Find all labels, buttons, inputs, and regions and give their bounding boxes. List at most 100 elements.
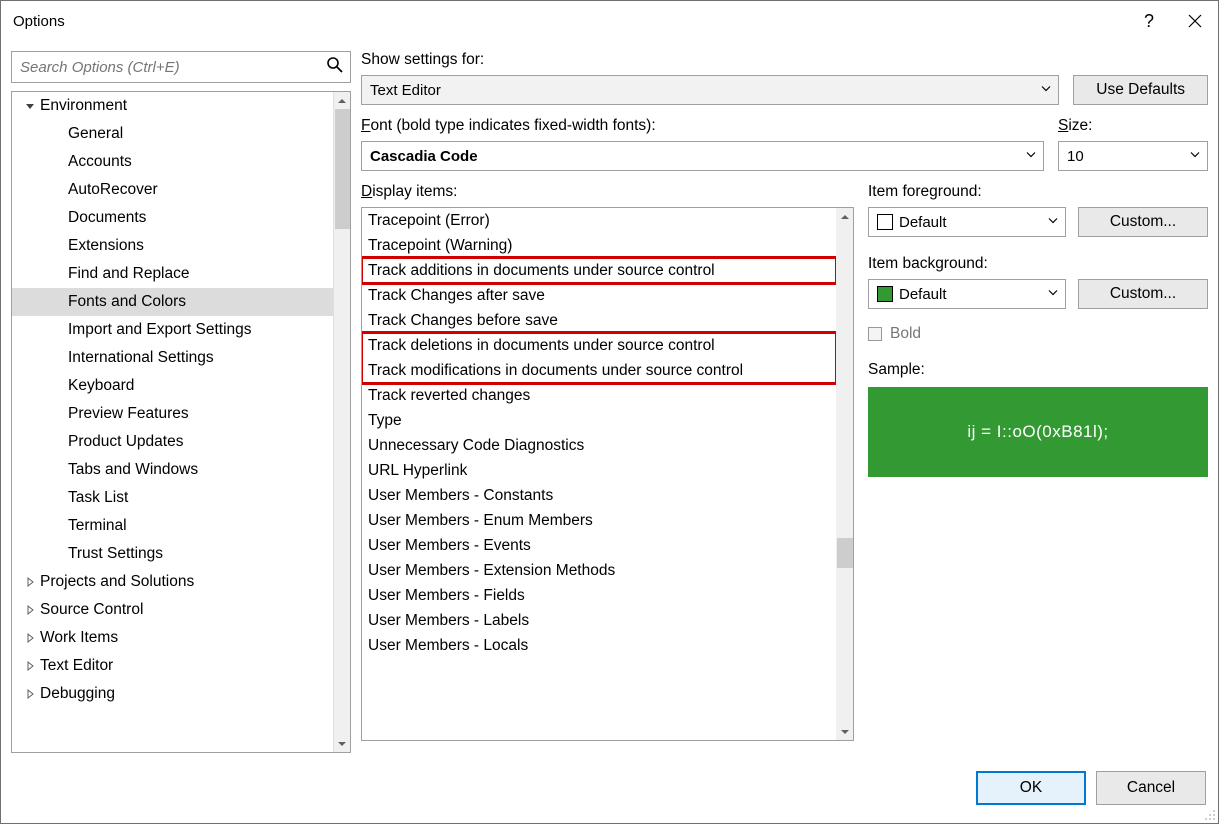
tree-item[interactable]: Work Items (12, 624, 350, 652)
tree-item[interactable]: Text Editor (12, 652, 350, 680)
tree-item[interactable]: Task List (12, 484, 350, 512)
tree-item[interactable]: Projects and Solutions (12, 568, 350, 596)
window-title: Options (13, 13, 65, 30)
tree-item[interactable]: Fonts and Colors (12, 288, 350, 316)
display-item[interactable]: User Members - Enum Members (362, 508, 836, 533)
tree-item-label: Source Control (40, 601, 143, 619)
display-item[interactable]: Track reverted changes (362, 383, 836, 408)
display-items-list[interactable]: Tracepoint (Error)Tracepoint (Warning)Tr… (361, 207, 854, 741)
tree-item[interactable]: AutoRecover (12, 176, 350, 204)
tree-item-label: Documents (68, 209, 146, 227)
resize-grip[interactable] (1201, 806, 1215, 820)
cancel-button[interactable]: Cancel (1096, 771, 1206, 805)
display-item[interactable]: Track deletions in documents under sourc… (362, 333, 836, 358)
font-combo[interactable]: Cascadia Code (361, 141, 1044, 171)
tree-item-label: Preview Features (68, 405, 189, 423)
display-item[interactable]: User Members - Fields (362, 583, 836, 608)
chevron-right-icon (20, 633, 40, 643)
item-bg-value: Default (899, 286, 947, 303)
scroll-down-icon[interactable] (836, 723, 853, 740)
tree-item[interactable]: Documents (12, 204, 350, 232)
list-scrollbar-thumb[interactable] (837, 538, 853, 568)
tree-item[interactable]: Extensions (12, 232, 350, 260)
size-combo[interactable]: 10 (1058, 141, 1208, 171)
use-defaults-button[interactable]: Use Defaults (1073, 75, 1208, 105)
tree-item[interactable]: International Settings (12, 344, 350, 372)
bg-custom-label: Custom... (1110, 285, 1176, 303)
item-fg-combo[interactable]: Default (868, 207, 1066, 237)
tree-item[interactable]: Find and Replace (12, 260, 350, 288)
scroll-up-icon[interactable] (836, 208, 853, 225)
display-item[interactable]: URL Hyperlink (362, 458, 836, 483)
titlebar: Options ? (1, 1, 1218, 41)
show-settings-combo[interactable]: Text Editor (361, 75, 1059, 105)
chevron-down-icon (1189, 148, 1201, 165)
item-bg-label: Item background: (868, 255, 1208, 273)
tree-scrollbar-thumb[interactable] (335, 109, 350, 229)
tree-item-label: Extensions (68, 237, 144, 255)
display-item[interactable]: User Members - Locals (362, 633, 836, 658)
fg-custom-button[interactable]: Custom... (1078, 207, 1208, 237)
display-item[interactable]: Track additions in documents under sourc… (362, 258, 836, 283)
tree-item[interactable]: Debugging (12, 680, 350, 708)
display-item[interactable]: Tracepoint (Warning) (362, 233, 836, 258)
display-item[interactable]: User Members - Events (362, 533, 836, 558)
tree-item-label: Import and Export Settings (68, 321, 252, 339)
size-value: 10 (1067, 148, 1084, 165)
tree-item[interactable]: Accounts (12, 148, 350, 176)
bg-custom-button[interactable]: Custom... (1078, 279, 1208, 309)
tree-item-label: AutoRecover (68, 181, 158, 199)
tree-item[interactable]: Tabs and Windows (12, 456, 350, 484)
ok-label: OK (1020, 779, 1042, 797)
display-item[interactable]: User Members - Constants (362, 483, 836, 508)
show-settings-label: Show settings for: (361, 51, 1059, 69)
display-item[interactable]: Type (362, 408, 836, 433)
chevron-down-icon (1047, 286, 1059, 303)
tree-item-label: Product Updates (68, 433, 183, 451)
tree-item[interactable]: Trust Settings (12, 540, 350, 568)
display-item[interactable]: User Members - Labels (362, 608, 836, 633)
display-item[interactable]: Tracepoint (Error) (362, 208, 836, 233)
display-item[interactable]: Track Changes after save (362, 283, 836, 308)
sample-text: ij = I::oO(0xB81l); (967, 422, 1108, 442)
close-icon (1188, 14, 1202, 28)
tree-item[interactable]: Environment (12, 92, 350, 120)
tree-item[interactable]: Keyboard (12, 372, 350, 400)
tree-item-label: Environment (40, 97, 127, 115)
scroll-down-icon[interactable] (334, 735, 350, 752)
tree-item-label: Tabs and Windows (68, 461, 198, 479)
scroll-up-icon[interactable] (334, 92, 350, 109)
tree-item[interactable]: Terminal (12, 512, 350, 540)
highlight-annotation: Track deletions in documents under sourc… (362, 333, 836, 383)
item-bg-combo[interactable]: Default (868, 279, 1066, 309)
tree-item-label: Task List (68, 489, 128, 507)
search-options[interactable] (11, 51, 351, 83)
search-input[interactable] (12, 52, 350, 82)
close-button[interactable] (1172, 1, 1218, 41)
tree-item[interactable]: Source Control (12, 596, 350, 624)
font-label: Font (bold type indicates fixed-width fo… (361, 117, 1044, 135)
ok-button[interactable]: OK (976, 771, 1086, 805)
tree-item[interactable]: General (12, 120, 350, 148)
chevron-down-icon (20, 101, 40, 111)
help-button[interactable]: ? (1126, 1, 1172, 41)
tree-item[interactable]: Import and Export Settings (12, 316, 350, 344)
chevron-right-icon (20, 577, 40, 587)
tree-item-label: Projects and Solutions (40, 573, 194, 591)
chevron-down-icon (1047, 214, 1059, 231)
display-item[interactable]: Track Changes before save (362, 308, 836, 333)
tree-item[interactable]: Product Updates (12, 428, 350, 456)
tree-item-label: Text Editor (40, 657, 113, 675)
tree-scrollbar[interactable] (333, 92, 350, 752)
display-item[interactable]: Unnecessary Code Diagnostics (362, 433, 836, 458)
options-tree[interactable]: Environment GeneralAccounts AutoRecover Doc… (11, 91, 351, 753)
fg-swatch (877, 214, 893, 230)
font-value: Cascadia Code (370, 148, 478, 165)
tree-item[interactable]: Preview Features (12, 400, 350, 428)
list-scrollbar[interactable] (836, 208, 853, 740)
chevron-down-icon (1025, 148, 1037, 165)
display-item[interactable]: User Members - Extension Methods (362, 558, 836, 583)
display-item[interactable]: Track modifications in documents under s… (362, 358, 836, 383)
sample-label: Sample: (868, 361, 925, 378)
search-icon (326, 56, 344, 78)
